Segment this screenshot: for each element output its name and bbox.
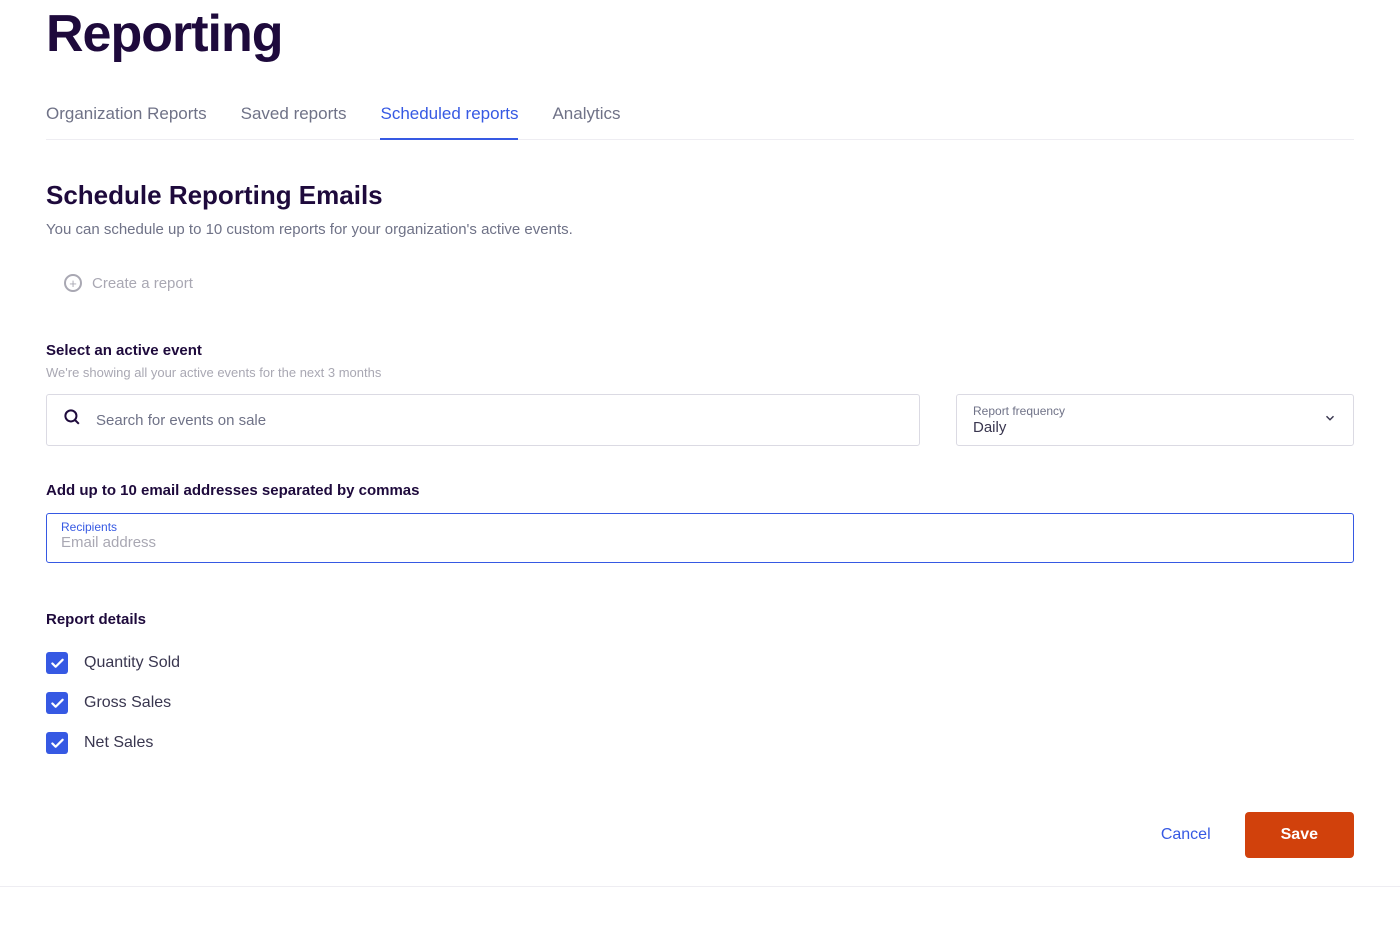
plus-circle-icon: + <box>64 274 82 292</box>
tab-analytics[interactable]: Analytics <box>552 92 620 139</box>
event-search-input[interactable] <box>96 412 903 429</box>
checkbox-icon <box>46 732 68 754</box>
checkbox-icon <box>46 652 68 674</box>
checkbox-gross-sales[interactable]: Gross Sales <box>46 692 1354 714</box>
report-details-heading: Report details <box>46 611 1354 628</box>
chevron-down-icon <box>1323 411 1337 430</box>
checkbox-net-sales[interactable]: Net Sales <box>46 732 1354 754</box>
report-frequency-select[interactable]: Report frequency Daily <box>956 394 1354 446</box>
events-label: Select an active event <box>46 342 1354 359</box>
events-hint: We're showing all your active events for… <box>46 365 1354 380</box>
frequency-label: Report frequency <box>973 404 1065 418</box>
recipients-section: Add up to 10 email addresses separated b… <box>46 482 1354 563</box>
search-icon <box>63 408 82 432</box>
tabs-nav: Organization Reports Saved reports Sched… <box>46 92 1354 140</box>
form-actions: Cancel Save <box>46 812 1354 858</box>
create-report-label: Create a report <box>92 275 193 292</box>
recipients-floating-label: Recipients <box>61 520 1339 534</box>
recipients-section-label: Add up to 10 email addresses separated b… <box>46 482 1354 499</box>
checkbox-label: Net Sales <box>84 734 153 752</box>
tab-saved-reports[interactable]: Saved reports <box>241 92 347 139</box>
event-search-box[interactable] <box>46 394 920 446</box>
schedule-heading: Schedule Reporting Emails <box>46 180 1354 211</box>
page-title: Reporting <box>46 4 1354 64</box>
events-section: Select an active event We're showing all… <box>46 342 1354 446</box>
checkbox-quantity-sold[interactable]: Quantity Sold <box>46 652 1354 674</box>
schedule-subtext: You can schedule up to 10 custom reports… <box>46 221 1354 238</box>
cancel-button[interactable]: Cancel <box>1161 826 1211 844</box>
create-report-button[interactable]: + Create a report <box>64 274 193 292</box>
recipients-input-box[interactable]: Recipients <box>46 513 1354 563</box>
recipients-input[interactable] <box>61 534 1339 551</box>
frequency-value: Daily <box>973 419 1065 436</box>
divider <box>0 886 1400 887</box>
report-details-section: Report details Quantity Sold Gross Sales… <box>46 611 1354 754</box>
checkbox-label: Quantity Sold <box>84 654 180 672</box>
tab-scheduled-reports[interactable]: Scheduled reports <box>380 92 518 140</box>
checkbox-label: Gross Sales <box>84 694 171 712</box>
checkbox-icon <box>46 692 68 714</box>
tab-organization-reports[interactable]: Organization Reports <box>46 92 207 139</box>
save-button[interactable]: Save <box>1245 812 1354 858</box>
